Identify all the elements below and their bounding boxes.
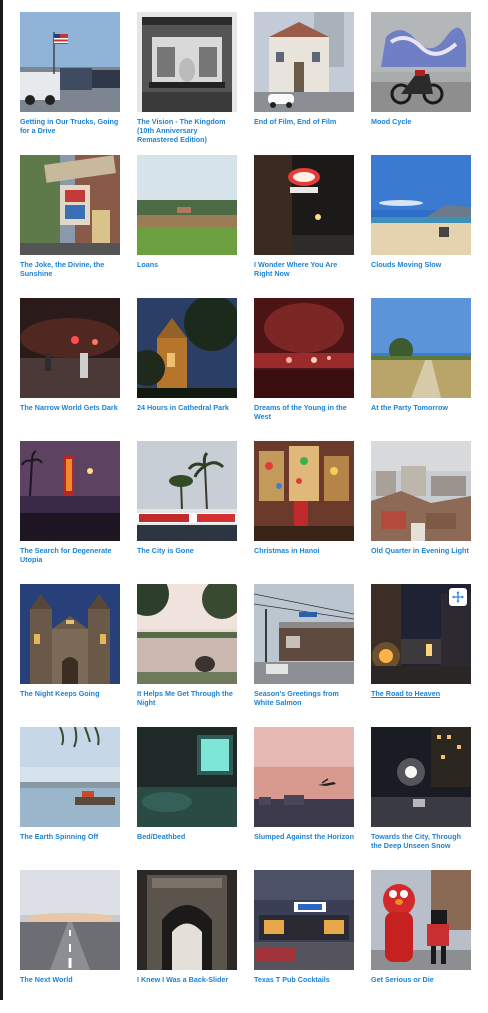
photo-title-link[interactable]: Getting in Our Trucks, Going for a Drive: [20, 117, 120, 135]
gallery-item[interactable]: 24 Hours in Cathedral Park: [137, 298, 237, 441]
gallery-item[interactable]: Dreams of the Young in the West: [254, 298, 354, 441]
photo-title-link[interactable]: Bed/Deathbed: [137, 832, 237, 841]
power-lines-town-photo[interactable]: [254, 584, 354, 684]
elmo-costume-photo[interactable]: [371, 870, 471, 970]
gallery-item[interactable]: The Earth Spinning Off: [20, 727, 120, 870]
rooftops-photo[interactable]: [371, 441, 471, 541]
gallery-item[interactable]: The Night Keeps Going: [20, 584, 120, 727]
move-arrows-icon: [452, 591, 464, 603]
photo-title-link[interactable]: The Earth Spinning Off: [20, 832, 120, 841]
harbor-photo[interactable]: [20, 727, 120, 827]
gallery-item[interactable]: At the Party Tomorrow: [371, 298, 471, 441]
gallery-item[interactable]: Get Serious or Die: [371, 870, 471, 1013]
gallery-item[interactable]: Bed/Deathbed: [137, 727, 237, 870]
lit-church-photo[interactable]: [137, 298, 237, 398]
ornate-balcony-photo[interactable]: [137, 12, 237, 112]
gallery-item[interactable]: The Road to Heaven: [371, 584, 471, 727]
photo-title-link[interactable]: The Road to Heaven: [371, 689, 471, 698]
photo-title-link[interactable]: Loans: [137, 260, 237, 269]
move-handle-button[interactable]: [449, 588, 467, 606]
gallery-item[interactable]: Loans: [137, 155, 237, 298]
trucks-flag-photo[interactable]: [20, 12, 120, 112]
gallery-item[interactable]: Clouds Moving Slow: [371, 155, 471, 298]
photo-title-link[interactable]: The Night Keeps Going: [20, 689, 120, 698]
green-field-photo[interactable]: [137, 155, 237, 255]
left-edge-border: [0, 0, 3, 1000]
photo-title-link[interactable]: Texas T Pub Cocktails: [254, 975, 354, 984]
photo-title-link[interactable]: It Helps Me Get Through the Night: [137, 689, 237, 707]
lake-trees-photo[interactable]: [137, 584, 237, 684]
pub-sign-photo[interactable]: [254, 870, 354, 970]
plane-sunset-photo[interactable]: [254, 727, 354, 827]
street-signs-photo[interactable]: [20, 155, 120, 255]
gallery-item[interactable]: Texas T Pub Cocktails: [254, 870, 354, 1013]
cathedral-photo[interactable]: [20, 584, 120, 684]
gallery-item[interactable]: The Next World: [20, 870, 120, 1013]
gallery-item[interactable]: The Vision - The Kingdom (10th Anniversa…: [137, 12, 237, 155]
gallery-item[interactable]: I Knew I Was a Back-Slider: [137, 870, 237, 1013]
gallery-item[interactable]: Season's Greetings from White Salmon: [254, 584, 354, 727]
white-car-building-photo[interactable]: [254, 12, 354, 112]
gallery-item[interactable]: Old Quarter in Evening Light: [371, 441, 471, 584]
snowy-night-photo[interactable]: [371, 727, 471, 827]
photo-title-link[interactable]: The Vision - The Kingdom (10th Anniversa…: [137, 117, 237, 144]
gallery-item[interactable]: It Helps Me Get Through the Night: [137, 584, 237, 727]
photo-title-link[interactable]: The Next World: [20, 975, 120, 984]
runway-photo[interactable]: [20, 870, 120, 970]
photo-title-link[interactable]: The Narrow World Gets Dark: [20, 403, 120, 412]
beach-photo[interactable]: [371, 155, 471, 255]
night-street-photo[interactable]: [20, 298, 120, 398]
photo-title-link[interactable]: I Knew I Was a Back-Slider: [137, 975, 237, 984]
photo-title-link[interactable]: Towards the City, Through the Deep Unsee…: [371, 832, 471, 850]
photo-title-link[interactable]: Slumped Against the Horizon: [254, 832, 354, 841]
photo-title-link[interactable]: At the Party Tomorrow: [371, 403, 471, 412]
photo-title-link[interactable]: Dreams of the Young in the West: [254, 403, 354, 421]
photo-gallery-grid: Getting in Our Trucks, Going for a Drive…: [20, 12, 471, 1013]
photo-title-link[interactable]: Mood Cycle: [371, 117, 471, 126]
stone-arch-photo[interactable]: [137, 870, 237, 970]
photo-title-link[interactable]: 24 Hours in Cathedral Park: [137, 403, 237, 412]
graffiti-motorbike-photo[interactable]: [371, 12, 471, 112]
photo-title-link[interactable]: Get Serious or Die: [371, 975, 471, 984]
red-lights-photo[interactable]: [254, 298, 354, 398]
gallery-item[interactable]: The City is Gone: [137, 441, 237, 584]
photo-title-link[interactable]: Clouds Moving Slow: [371, 260, 471, 269]
gallery-item[interactable]: The Search for Degenerate Utopia: [20, 441, 120, 584]
palm-trees-shirts-photo[interactable]: [137, 441, 237, 541]
gallery-item[interactable]: Mood Cycle: [371, 12, 471, 155]
neon-sign-night-photo[interactable]: [254, 155, 354, 255]
gallery-item[interactable]: Christmas in Hanoi: [254, 441, 354, 584]
dark-room-photo[interactable]: [137, 727, 237, 827]
photo-title-link[interactable]: The Joke, the Divine, the Sunshine: [20, 260, 120, 278]
christmas-shop-photo[interactable]: [254, 441, 354, 541]
photo-title-link[interactable]: The City is Gone: [137, 546, 237, 555]
gallery-item[interactable]: End of Film, End of Film: [254, 12, 354, 155]
palm-sign-dusk-photo[interactable]: [20, 441, 120, 541]
photo-title-link[interactable]: Season's Greetings from White Salmon: [254, 689, 354, 707]
gallery-item[interactable]: I Wonder Where You Are Right Now: [254, 155, 354, 298]
photo-title-link[interactable]: Old Quarter in Evening Light: [371, 546, 471, 555]
gallery-item[interactable]: Getting in Our Trucks, Going for a Drive: [20, 12, 120, 155]
gallery-item[interactable]: The Narrow World Gets Dark: [20, 298, 120, 441]
photo-title-link[interactable]: The Search for Degenerate Utopia: [20, 546, 120, 564]
gallery-item[interactable]: Slumped Against the Horizon: [254, 727, 354, 870]
gallery-item[interactable]: Towards the City, Through the Deep Unsee…: [371, 727, 471, 870]
gallery-item[interactable]: The Joke, the Divine, the Sunshine: [20, 155, 120, 298]
night-alley-photo[interactable]: [371, 584, 471, 684]
photo-title-link[interactable]: I Wonder Where You Are Right Now: [254, 260, 354, 278]
photo-title-link[interactable]: End of Film, End of Film: [254, 117, 354, 126]
photo-title-link[interactable]: Christmas in Hanoi: [254, 546, 354, 555]
meadow-path-photo[interactable]: [371, 298, 471, 398]
